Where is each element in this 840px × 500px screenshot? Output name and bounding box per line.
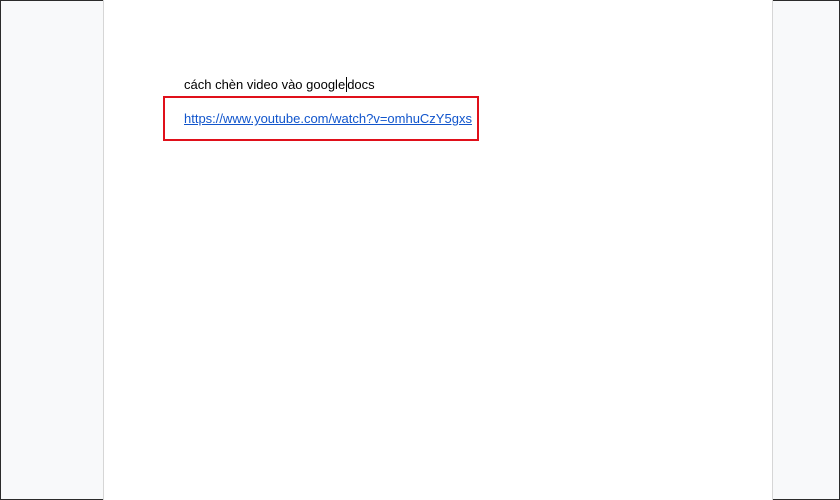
document-page[interactable]: cách chèn video vào google docs https://w… bbox=[103, 0, 773, 500]
text-before-caret: cách chèn video vào google bbox=[184, 77, 346, 92]
text-after-caret: docs bbox=[347, 77, 375, 92]
youtube-link[interactable]: https://www.youtube.com/watch?v=omhuCzY5… bbox=[184, 111, 472, 127]
document-text-line[interactable]: cách chèn video vào google docs bbox=[184, 77, 375, 93]
